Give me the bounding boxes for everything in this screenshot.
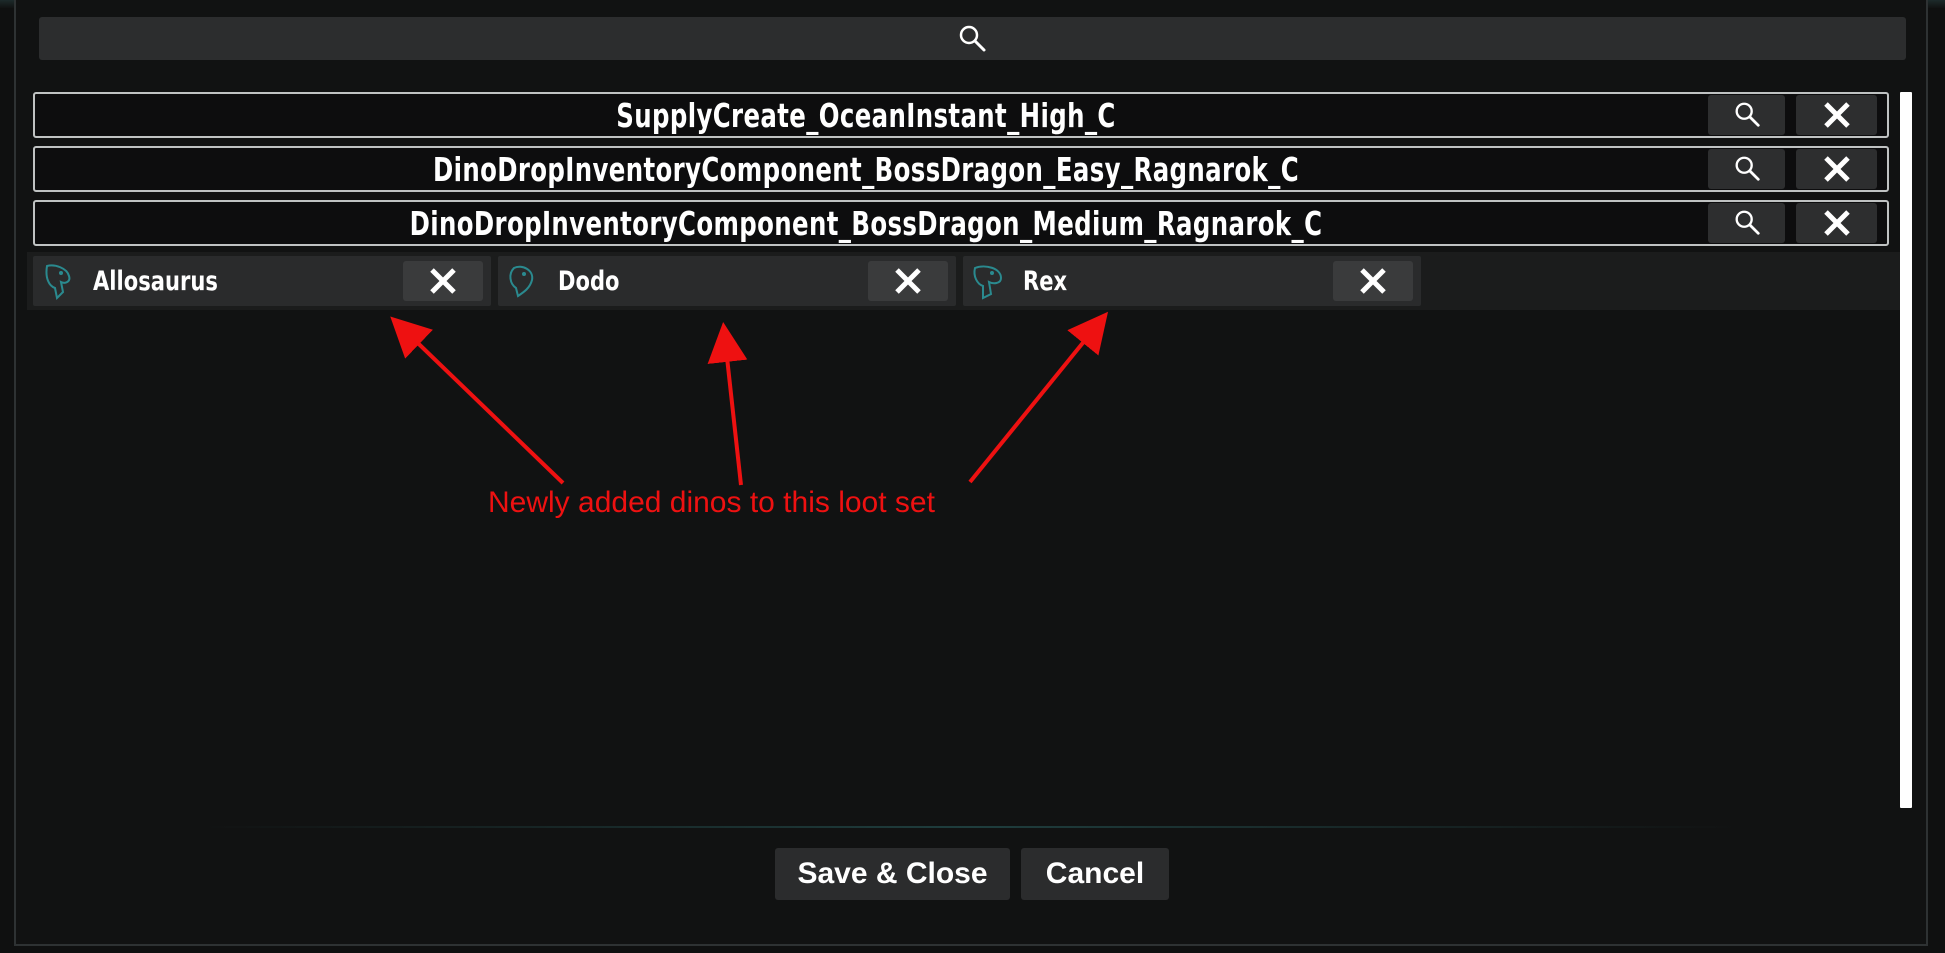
- loot-set-name: DinoDropInventoryComponent_BossDragon_Ea…: [432, 149, 1300, 189]
- search-icon: [1735, 102, 1760, 127]
- dino-remove-button[interactable]: [403, 261, 483, 301]
- close-icon: [1823, 210, 1850, 236]
- cancel-button[interactable]: Cancel: [1021, 848, 1169, 900]
- dino-name: Allosaurus: [93, 265, 218, 297]
- loot-set-row[interactable]: DinoDropInventoryComponent_BossDragon_Ea…: [33, 146, 1889, 192]
- dino-list: Allosaurus Dodo Rex: [27, 252, 1900, 310]
- close-icon: [430, 268, 456, 294]
- loot-set-row[interactable]: DinoDropInventoryComponent_BossDragon_Me…: [33, 200, 1889, 246]
- loot-set-search-button[interactable]: [1708, 95, 1785, 135]
- loot-set-name: DinoDropInventoryComponent_BossDragon_Me…: [409, 203, 1323, 243]
- dino-name: Dodo: [558, 265, 620, 297]
- dino-head-icon: [973, 265, 1003, 300]
- loot-set-remove-button[interactable]: [1796, 203, 1877, 243]
- footer-divider: [200, 826, 1740, 828]
- search-bar[interactable]: [39, 17, 1906, 60]
- close-icon: [1360, 268, 1386, 294]
- search-icon: [959, 25, 986, 52]
- close-icon: [1823, 102, 1850, 128]
- scrollbar[interactable]: [1900, 92, 1912, 808]
- annotation-label: Newly added dinos to this loot set: [488, 486, 935, 519]
- save-close-button[interactable]: Save & Close: [775, 848, 1010, 900]
- dino-name: Rex: [1023, 265, 1068, 297]
- dino-entry-dodo[interactable]: Dodo: [498, 256, 956, 306]
- loot-set-search-button[interactable]: [1708, 149, 1785, 189]
- dino-remove-button[interactable]: [868, 261, 948, 301]
- loot-set-search-button[interactable]: [1708, 203, 1785, 243]
- loot-set-list: SupplyCreate_OceanInstant_High_C DinoDro…: [27, 90, 1900, 312]
- loot-set-remove-button[interactable]: [1796, 149, 1877, 189]
- dino-entry-allosaurus[interactable]: Allosaurus: [33, 256, 491, 306]
- loot-set-remove-button[interactable]: [1796, 95, 1877, 135]
- loot-set-row[interactable]: SupplyCreate_OceanInstant_High_C: [33, 92, 1889, 138]
- search-icon: [1735, 210, 1760, 235]
- loot-set-name: SupplyCreate_OceanInstant_High_C: [616, 95, 1116, 135]
- close-icon: [895, 268, 921, 294]
- search-icon: [1735, 156, 1760, 181]
- dino-remove-button[interactable]: [1333, 261, 1413, 301]
- dino-entry-rex[interactable]: Rex: [963, 256, 1421, 306]
- dino-head-icon: [509, 265, 534, 298]
- close-icon: [1823, 156, 1850, 182]
- dino-head-icon: [45, 264, 71, 300]
